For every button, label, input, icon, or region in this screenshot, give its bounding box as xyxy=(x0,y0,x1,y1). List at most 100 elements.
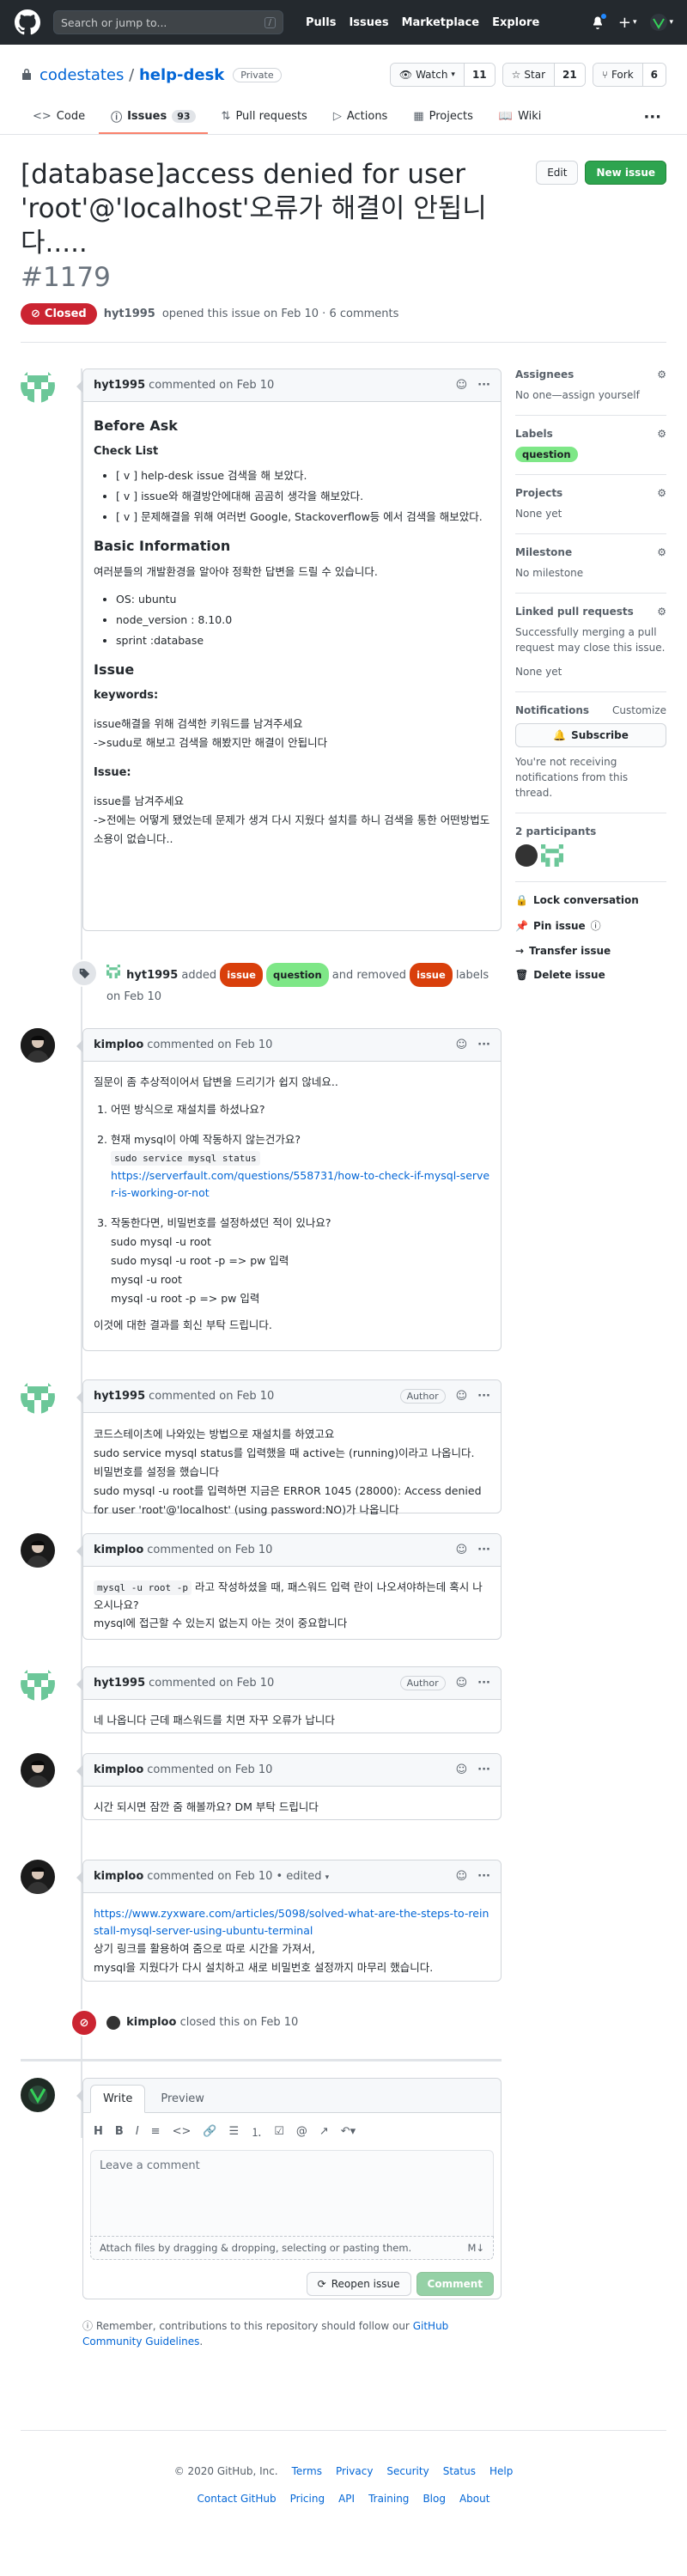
footer-link[interactable]: Pricing xyxy=(290,2493,325,2505)
comment-time[interactable]: commented on Feb 10 xyxy=(147,1870,272,1883)
github-logo-icon[interactable] xyxy=(14,9,41,36)
repo-owner-link[interactable]: codestates xyxy=(40,66,124,84)
repo-name-link[interactable]: help-desk xyxy=(139,66,224,84)
avatar-kimploo[interactable] xyxy=(21,1533,55,1568)
nav-pulls[interactable]: Pulls xyxy=(306,16,336,29)
comment-time[interactable]: commented on Feb 10 xyxy=(147,1038,272,1051)
comment-author[interactable]: kimploo xyxy=(94,1763,143,1776)
assignees-value[interactable]: No one—assign yourself xyxy=(515,387,666,403)
participant-avatar[interactable] xyxy=(515,844,538,867)
delete-issue-link[interactable]: 🗑 Delete issue xyxy=(515,969,666,981)
avatar-kimploo[interactable] xyxy=(21,1753,55,1787)
kebab-icon[interactable]: ··· xyxy=(477,1870,490,1883)
more-tabs-icon[interactable]: ··· xyxy=(643,100,666,134)
avatar-kimploo[interactable] xyxy=(21,1028,55,1063)
user-avatar-menu[interactable]: ▾ xyxy=(650,14,673,31)
smiley-icon[interactable]: ☺ xyxy=(456,379,468,392)
numbered-list-icon[interactable]: ⒈ xyxy=(251,2123,262,2140)
comment-time[interactable]: commented on Feb 10 xyxy=(147,1544,272,1556)
tab-actions[interactable]: ▷ Actions xyxy=(321,100,400,134)
kebab-icon[interactable]: ··· xyxy=(477,1038,490,1051)
markdown-icon[interactable]: M↓ xyxy=(467,2242,484,2254)
event-time[interactable]: on Feb 10 xyxy=(243,2016,298,2029)
fork-count[interactable]: 6 xyxy=(641,64,666,86)
avatar-kimploo[interactable] xyxy=(21,1860,55,1894)
edited-dropdown[interactable]: • edited ▾ xyxy=(276,1870,329,1883)
comment-author[interactable]: hyt1995 xyxy=(94,1390,145,1403)
comment-time[interactable]: commented on Feb 10 xyxy=(147,1763,272,1776)
section-heading[interactable]: Assignees xyxy=(515,368,574,381)
comment-author[interactable]: hyt1995 xyxy=(94,379,145,392)
bell-icon[interactable] xyxy=(591,13,607,29)
pin-issue-link[interactable]: 📌 Pin issue ⓘ xyxy=(515,918,666,933)
footer-link[interactable]: Blog xyxy=(423,2493,446,2505)
comment-author[interactable]: kimploo xyxy=(94,1038,143,1051)
tab-preview[interactable]: Preview xyxy=(149,2086,216,2112)
link-icon[interactable]: 🔗 xyxy=(203,2125,216,2138)
bold-icon[interactable]: B xyxy=(115,2125,124,2138)
gear-icon[interactable]: ⚙ xyxy=(657,606,666,618)
section-heading[interactable]: Labels xyxy=(515,428,553,440)
italic-icon[interactable]: I xyxy=(136,2125,139,2138)
footer-link[interactable]: Contact GitHub xyxy=(198,2493,277,2505)
section-heading[interactable]: Projects xyxy=(515,487,562,499)
fork-button[interactable]: ⑂ Fork 6 xyxy=(592,63,666,87)
footer-link[interactable]: Privacy xyxy=(336,2465,373,2477)
comment-button[interactable]: Comment xyxy=(416,2272,494,2296)
event-actor[interactable]: kimploo xyxy=(126,2016,176,2029)
lock-conversation-link[interactable]: 🔒 Lock conversation xyxy=(515,894,666,906)
attach-files-bar[interactable]: Attach files by dragging & dropping, sel… xyxy=(90,2236,494,2260)
mention-icon[interactable]: @ xyxy=(296,2125,307,2138)
transfer-issue-link[interactable]: → Transfer issue xyxy=(515,945,666,957)
new-issue-button[interactable]: New issue xyxy=(585,161,666,185)
zyxware-link[interactable]: https://www.zyxware.com/articles/5098/so… xyxy=(94,1905,490,1940)
tab-pull-requests[interactable]: ⇅ Pull requests xyxy=(210,100,319,134)
issue-author[interactable]: hyt1995 xyxy=(104,308,155,320)
serverfault-link[interactable]: https://serverfault.com/questions/558731… xyxy=(111,1169,489,1199)
smiley-icon[interactable]: ☺ xyxy=(456,1390,468,1403)
footer-link[interactable]: Status xyxy=(443,2465,476,2477)
section-heading[interactable]: Linked pull requests xyxy=(515,606,634,618)
event-actor-avatar[interactable] xyxy=(106,2015,120,2030)
gear-icon[interactable]: ⚙ xyxy=(657,546,666,558)
bulleted-list-icon[interactable]: ☰ xyxy=(229,2125,240,2138)
avatar-hyt1995[interactable] xyxy=(21,1379,55,1414)
comment-textarea[interactable]: Leave a comment xyxy=(90,2150,494,2236)
footer-link[interactable]: About xyxy=(459,2493,489,2505)
tab-write[interactable]: Write xyxy=(90,2085,146,2113)
star-count[interactable]: 21 xyxy=(554,64,585,86)
smiley-icon[interactable]: ☺ xyxy=(456,1677,468,1690)
current-user-avatar[interactable] xyxy=(21,2078,55,2112)
kebab-icon[interactable]: ··· xyxy=(477,1763,490,1776)
tab-projects[interactable]: ▦ Projects xyxy=(401,100,485,134)
info-icon[interactable]: ⓘ xyxy=(591,918,601,933)
reply-icon[interactable]: ↶▾ xyxy=(341,2125,356,2138)
smiley-icon[interactable]: ☺ xyxy=(456,1763,468,1776)
label-issue[interactable]: issue xyxy=(410,963,453,987)
label-question[interactable]: question xyxy=(515,447,578,462)
task-list-icon[interactable]: ☑ xyxy=(274,2125,284,2138)
kebab-icon[interactable]: ··· xyxy=(477,1544,490,1556)
label-issue[interactable]: issue xyxy=(220,963,263,987)
comment-time[interactable]: commented on Feb 10 xyxy=(149,379,274,392)
subscribe-button[interactable]: 🔔 Subscribe xyxy=(515,723,666,747)
footer-link[interactable]: Help xyxy=(489,2465,513,2477)
smiley-icon[interactable]: ☺ xyxy=(456,1544,468,1556)
quote-icon[interactable]: ≡ xyxy=(151,2125,161,2138)
tab-code[interactable]: <> Code xyxy=(21,100,97,134)
label-question[interactable]: question xyxy=(266,963,329,987)
edit-title-button[interactable]: Edit xyxy=(536,161,579,185)
comment-author[interactable]: kimploo xyxy=(94,1544,143,1556)
nav-issues[interactable]: Issues xyxy=(349,16,388,29)
section-heading[interactable]: Milestone xyxy=(515,546,572,558)
plus-dropdown-icon[interactable]: + ▾ xyxy=(618,14,637,32)
kebab-icon[interactable]: ··· xyxy=(477,379,490,392)
kebab-icon[interactable]: ··· xyxy=(477,1677,490,1690)
heading-icon[interactable]: H xyxy=(94,2125,103,2138)
event-actor[interactable]: hyt1995 xyxy=(126,969,178,982)
avatar-hyt1995[interactable] xyxy=(21,368,55,403)
gear-icon[interactable]: ⚙ xyxy=(657,368,666,381)
comment-author[interactable]: kimploo xyxy=(94,1870,143,1883)
comment-time[interactable]: commented on Feb 10 xyxy=(149,1390,274,1403)
watch-button[interactable]: 👁 Watch ▾ 11 xyxy=(389,63,495,87)
